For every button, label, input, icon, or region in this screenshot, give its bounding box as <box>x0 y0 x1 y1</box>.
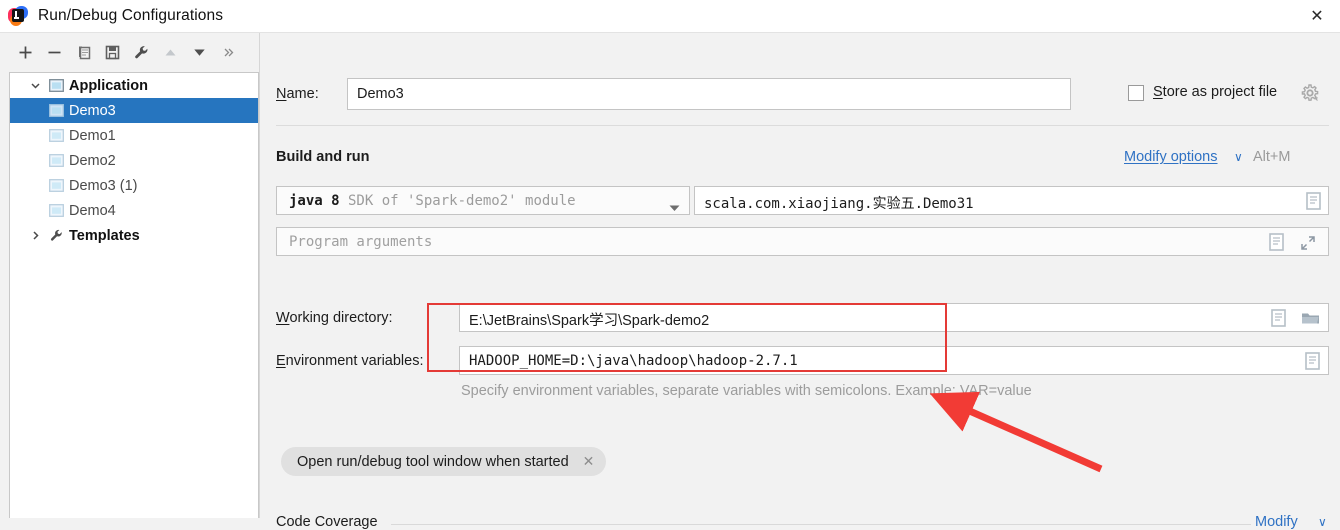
tree-node-label: Application <box>69 77 148 94</box>
chevron-down-icon[interactable] <box>24 80 46 91</box>
chevron-right-icon[interactable] <box>24 230 46 241</box>
panel-divider <box>259 33 260 518</box>
copy-icon[interactable] <box>70 40 96 66</box>
chevron-double-right-icon[interactable] <box>215 40 241 66</box>
wrench-icon[interactable] <box>128 40 154 66</box>
tree-node-label: Demo3 (1) <box>69 177 138 194</box>
folder-icon[interactable] <box>1301 311 1320 331</box>
run-config-icon <box>46 129 66 142</box>
run-config-icon <box>46 154 66 167</box>
configuration-editor-panel: Name: Demo3 Store as project file Build … <box>259 33 1340 530</box>
code-coverage-modify-link[interactable]: Modify <box>1255 514 1298 530</box>
program-arguments-input[interactable]: Program arguments <box>276 227 1329 256</box>
main-class-input[interactable]: scala.com.xiaojiang.实验五.Demo31 <box>694 186 1329 215</box>
browse-class-icon[interactable] <box>1306 192 1321 215</box>
store-as-project-file-checkbox[interactable] <box>1128 85 1144 101</box>
wrench-icon <box>46 228 66 243</box>
insert-macro-icon[interactable] <box>1269 233 1284 256</box>
chevron-down-icon[interactable] <box>669 199 680 217</box>
close-icon[interactable]: ✕ <box>1294 0 1340 32</box>
remove-button[interactable] <box>41 40 67 66</box>
code-coverage-divider <box>391 524 1251 525</box>
modify-options-shortcut: Alt+M <box>1253 149 1291 165</box>
tree-node-demo3[interactable]: Demo3 <box>10 98 258 123</box>
tree-node-label: Templates <box>69 227 140 244</box>
code-coverage-heading: Code Coverage <box>276 514 378 530</box>
application-icon <box>46 79 66 92</box>
tree-node-label: Demo2 <box>69 152 116 169</box>
configurations-tree[interactable]: Application Demo3 Demo1 Demo2 Demo3 (1) … <box>9 72 259 518</box>
tree-node-demo4[interactable]: Demo4 <box>10 198 258 223</box>
section-divider <box>276 125 1329 126</box>
edit-environment-variables-icon[interactable] <box>1305 352 1320 375</box>
tree-node-label: Demo3 <box>69 102 116 119</box>
add-button[interactable] <box>12 40 38 66</box>
store-as-project-file-label[interactable]: Store as project file <box>1153 84 1277 100</box>
insert-macro-icon[interactable] <box>1271 309 1286 332</box>
main-class-value: scala.com.xiaojiang.实验五.Demo31 <box>704 196 974 212</box>
jdk-description: SDK of 'Spark-demo2' module <box>339 193 576 209</box>
working-directory-value: E:\JetBrains\Spark学习\Spark-demo2 <box>469 313 710 329</box>
name-input[interactable]: Demo3 <box>347 78 1071 110</box>
environment-variables-input[interactable]: HADOOP_HOME=D:\java\hadoop\hadoop-2.7.1 <box>459 346 1329 375</box>
tree-node-demo3-1[interactable]: Demo3 (1) <box>10 173 258 198</box>
save-icon[interactable] <box>99 40 125 66</box>
arrow-down-icon[interactable] <box>186 40 212 66</box>
environment-variables-hint: Specify environment variables, separate … <box>461 383 1032 399</box>
window-titlebar: Run/Debug Configurations ✕ <box>0 0 1340 32</box>
run-config-icon <box>46 179 66 192</box>
working-directory-input[interactable]: E:\JetBrains\Spark学习\Spark-demo2 <box>459 303 1329 332</box>
chevron-down-icon[interactable]: ∨ <box>1318 515 1327 529</box>
open-tool-window-chip[interactable]: Open run/debug tool window when started … <box>281 447 607 476</box>
modify-options-link[interactable]: Modify options <box>1124 149 1218 165</box>
configurations-toolbar <box>0 33 259 72</box>
chevron-down-icon[interactable]: ∨ <box>1234 150 1243 164</box>
window-title: Run/Debug Configurations <box>38 7 224 24</box>
name-label: Name: <box>276 86 319 102</box>
build-and-run-heading: Build and run <box>276 149 370 165</box>
jdk-name: java 8 <box>289 193 340 209</box>
intellij-idea-logo <box>7 5 29 27</box>
tree-node-demo1[interactable]: Demo1 <box>10 123 258 148</box>
environment-variables-value: HADOOP_HOME=D:\java\hadoop\hadoop-2.7.1 <box>469 353 798 369</box>
expand-editor-icon[interactable] <box>1300 235 1316 256</box>
tree-node-demo2[interactable]: Demo2 <box>10 148 258 173</box>
working-directory-label: Working directory: <box>276 310 393 326</box>
run-config-icon <box>46 204 66 217</box>
arrow-up-icon[interactable] <box>157 40 183 66</box>
close-icon[interactable]: ✕ <box>583 453 595 470</box>
tree-node-application[interactable]: Application <box>10 73 258 98</box>
configurations-left-panel: Application Demo3 Demo1 Demo2 Demo3 (1) … <box>0 33 259 518</box>
tree-node-templates[interactable]: Templates <box>10 223 258 248</box>
program-arguments-placeholder: Program arguments <box>289 234 433 250</box>
gear-icon[interactable] <box>1300 83 1320 103</box>
tree-node-label: Demo4 <box>69 202 116 219</box>
environment-variables-label: Environment variables: <box>276 353 424 369</box>
run-config-icon <box>46 104 66 117</box>
jdk-combobox[interactable]: java 8 SDK of 'Spark-demo2' module <box>276 186 690 215</box>
tree-node-label: Demo1 <box>69 127 116 144</box>
chip-label: Open run/debug tool window when started <box>297 453 569 470</box>
